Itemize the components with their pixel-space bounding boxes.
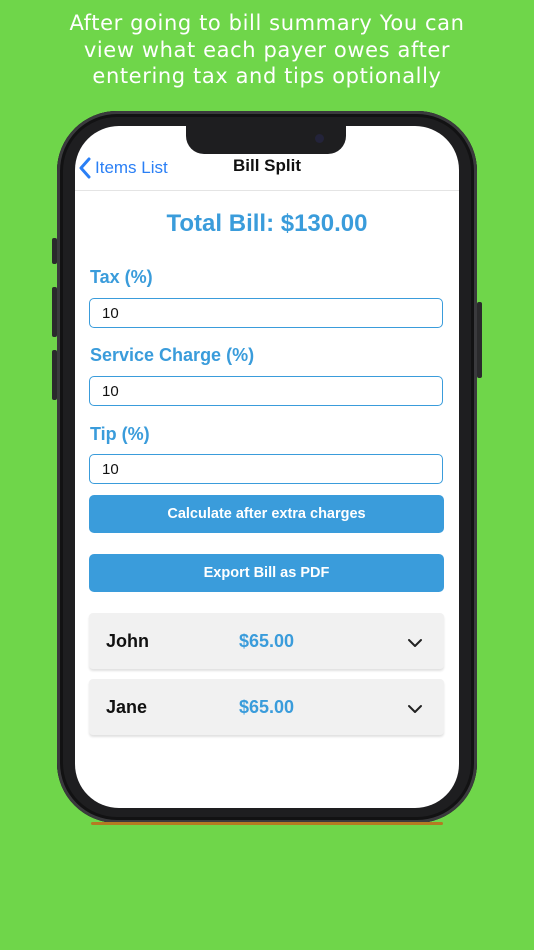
- phone-notch: [186, 126, 346, 154]
- tip-input[interactable]: 10: [89, 454, 443, 484]
- service-charge-label: Service Charge (%): [90, 345, 255, 365]
- payer-amount: $65.00: [238, 697, 295, 717]
- phone-volume-down-button: [52, 350, 57, 400]
- tax-label: Tax (%): [90, 267, 153, 287]
- tax-input[interactable]: 10: [89, 298, 443, 328]
- calculate-button[interactable]: Calculate after extra charges: [89, 495, 444, 533]
- caption-line-1: After going to bill summary You can: [69, 11, 465, 35]
- navigation-bar: Items List Bill Split: [75, 154, 459, 191]
- tip-label: Tip (%): [90, 424, 150, 444]
- chevron-down-icon[interactable]: [407, 701, 423, 719]
- chevron-down-icon[interactable]: [407, 635, 423, 653]
- caption-line-3: entering tax and tips optionally: [92, 64, 442, 88]
- caption-line-2: view what each payer owes after: [83, 37, 451, 62]
- front-camera: [315, 134, 324, 143]
- phone-bottom-accent: [91, 822, 443, 825]
- phone-mute-switch: [52, 238, 57, 264]
- page-title: Bill Split: [233, 156, 301, 175]
- payer-row-jane[interactable]: Jane $65.00: [89, 679, 444, 735]
- app-screen: Items List Bill Split Total Bill: $130.0…: [75, 126, 459, 808]
- payer-amount: $65.00: [238, 631, 295, 651]
- payer-row-john[interactable]: John $65.00: [89, 613, 444, 669]
- export-pdf-button[interactable]: Export Bill as PDF: [89, 554, 444, 592]
- phone-volume-up-button: [52, 287, 57, 337]
- service-charge-input[interactable]: 10: [89, 376, 443, 406]
- total-bill: Total Bill: $130.00: [166, 210, 368, 237]
- promo-caption: After going to bill summary You can view…: [0, 10, 534, 90]
- phone-power-button: [477, 302, 482, 378]
